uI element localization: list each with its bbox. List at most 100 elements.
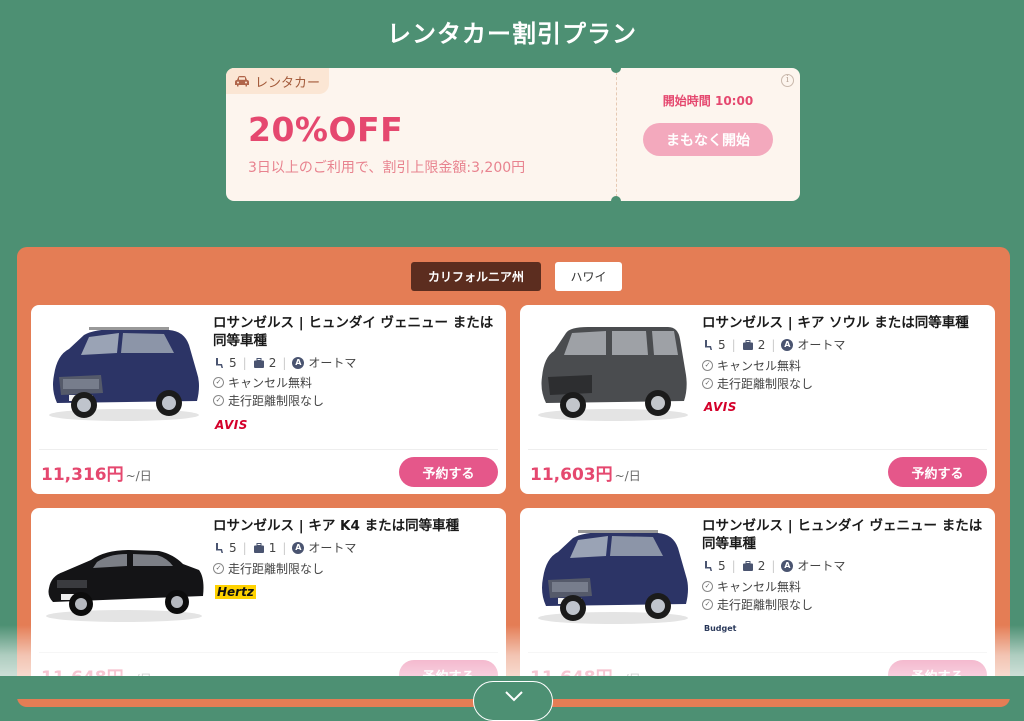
coupon-discount: 20%OFF (248, 110, 404, 149)
page-title: レンタカー割引プラン (387, 20, 637, 48)
car-specs: 5 | 1 | A オートマ (213, 539, 356, 556)
price-value: 11,603円 (530, 465, 613, 485)
feature-label: キャンセル無料 (717, 359, 802, 373)
car-image (46, 550, 204, 622)
rental-company-logo: AVIS (704, 400, 737, 414)
luggage-icon (742, 560, 753, 571)
car-specs: 5 | 2 | A オートマ (702, 336, 845, 353)
coupon-card: レンタカー 20%OFF 3日以上のご利用で、割引上限金額:3,200円 i 開… (226, 63, 800, 206)
luggage-icon (253, 357, 264, 368)
reserve-button[interactable]: 予約する (888, 457, 987, 487)
bag-count: 2 (757, 558, 766, 573)
bag-count: 2 (757, 337, 766, 352)
car-title[interactable]: ロサンゼルス | キア ソウル または同等車種 (702, 314, 984, 332)
car-card[interactable]: ロサンゼルス | キア K4 または同等車種 5 | 1 | A オートマ ✓ … (31, 508, 506, 697)
check-icon: ✓ (702, 599, 713, 610)
spec-divider: | (282, 540, 287, 555)
feature-item: ✓ 走行距離制限なし (702, 596, 813, 613)
feature-item: ✓ キャンセル無料 (213, 374, 312, 391)
automatic-icon: A (781, 338, 794, 351)
check-icon: ✓ (213, 395, 224, 406)
seat-count: 5 (718, 558, 726, 573)
luggage-icon (253, 542, 264, 553)
automatic-icon: A (292, 541, 305, 554)
card-divider (528, 449, 987, 450)
transmission-label: オートマ (797, 559, 846, 573)
transmission-label: オートマ (308, 356, 357, 370)
spec-divider: | (282, 355, 287, 370)
price: 11,316円 ~/日 (41, 460, 152, 485)
car-card[interactable]: ロサンゼルス | ヒュンダイ ヴェニュー または同等車種 5 | 2 | A オ… (520, 508, 995, 697)
car-title[interactable]: ロサンゼルス | キア K4 または同等車種 (213, 517, 495, 535)
seat-icon (216, 542, 223, 553)
feature-label: キャンセル無料 (228, 376, 313, 390)
luggage-icon (742, 339, 753, 350)
car-image (49, 327, 199, 421)
check-icon: ✓ (702, 581, 713, 592)
coupon-tag-label: レンタカー (255, 75, 321, 91)
seat-icon (705, 560, 712, 571)
card-divider (528, 652, 987, 653)
feature-item: ✓ 走行距離制限なし (213, 392, 324, 409)
check-icon: ✓ (702, 378, 713, 389)
coupon-tag: レンタカー (226, 68, 330, 94)
feature-label: 走行距離制限なし (228, 562, 325, 576)
check-icon: ✓ (213, 377, 224, 388)
coupon-divider (616, 72, 617, 197)
price-value: 11,316円 (41, 465, 124, 485)
seat-icon (216, 357, 223, 368)
feature-item: ✓ キャンセル無料 (702, 357, 801, 374)
car-title[interactable]: ロサンゼルス | ヒュンダイ ヴェニュー または同等車種 (702, 517, 984, 553)
car-card[interactable]: ロサンゼルス | キア ソウル または同等車種 5 | 2 | A オートマ ✓… (520, 305, 995, 494)
seat-icon (705, 339, 712, 350)
feature-label: 走行距離制限なし (717, 377, 814, 391)
tab-hawaii[interactable]: ハワイ (555, 262, 622, 291)
car-image (538, 530, 688, 624)
car-image (538, 327, 688, 421)
spec-divider: | (731, 558, 736, 573)
car-specs: 5 | 2 | A オートマ (702, 557, 845, 574)
feature-label: 走行距離制限なし (717, 598, 814, 612)
coupon-description: 3日以上のご利用で、割引上限金額:3,200円 (248, 160, 526, 176)
check-icon: ✓ (702, 360, 713, 371)
bag-count: 1 (268, 540, 277, 555)
feature-label: キャンセル無料 (717, 580, 802, 594)
rental-panel: カリフォルニア州 ハワイ ロサンゼルス | ヒュンダイ ヴェニュー または同等車… (17, 247, 1010, 707)
coupon-notch-bottom (611, 196, 621, 206)
seat-count: 5 (718, 337, 726, 352)
collapse-button[interactable] (473, 681, 553, 721)
reserve-button[interactable]: 予約する (399, 457, 498, 487)
car-icon (235, 76, 249, 87)
bag-count: 2 (268, 355, 277, 370)
car-specs: 5 | 2 | A オートマ (213, 354, 356, 371)
rental-company-logo: Hertz (215, 585, 256, 599)
rental-company-logo: Budget (704, 624, 737, 633)
coupon-start-time: 開始時間 10:00 (662, 94, 754, 108)
card-divider (39, 449, 498, 450)
automatic-icon: A (292, 356, 305, 369)
coming-soon-button[interactable]: まもなく開始 (643, 123, 773, 156)
spec-divider: | (242, 355, 247, 370)
spec-divider: | (242, 540, 247, 555)
feature-item: ✓ 走行距離制限なし (213, 560, 324, 577)
seat-count: 5 (229, 540, 237, 555)
price-unit: ~/日 (125, 469, 152, 483)
car-title[interactable]: ロサンゼルス | ヒュンダイ ヴェニュー または同等車種 (213, 314, 495, 350)
tab-california[interactable]: カリフォルニア州 (411, 262, 541, 291)
transmission-label: オートマ (797, 338, 846, 352)
spec-divider: | (771, 337, 776, 352)
car-card[interactable]: ロサンゼルス | ヒュンダイ ヴェニュー または同等車種 5 | 2 | A オ… (31, 305, 506, 494)
spec-divider: | (731, 337, 736, 352)
coupon-notch-top (611, 63, 621, 73)
feature-label: 走行距離制限なし (228, 394, 325, 408)
price-unit: ~/日 (614, 469, 641, 483)
spec-divider: | (771, 558, 776, 573)
feature-item: ✓ キャンセル無料 (702, 578, 801, 595)
rental-company-logo: AVIS (215, 418, 248, 432)
card-divider (39, 652, 498, 653)
region-tabs: カリフォルニア州 ハワイ (411, 262, 622, 291)
chevron-down-icon (505, 691, 523, 702)
transmission-label: オートマ (308, 541, 357, 555)
price: 11,603円 ~/日 (530, 460, 641, 485)
info-icon[interactable]: i (781, 74, 794, 87)
